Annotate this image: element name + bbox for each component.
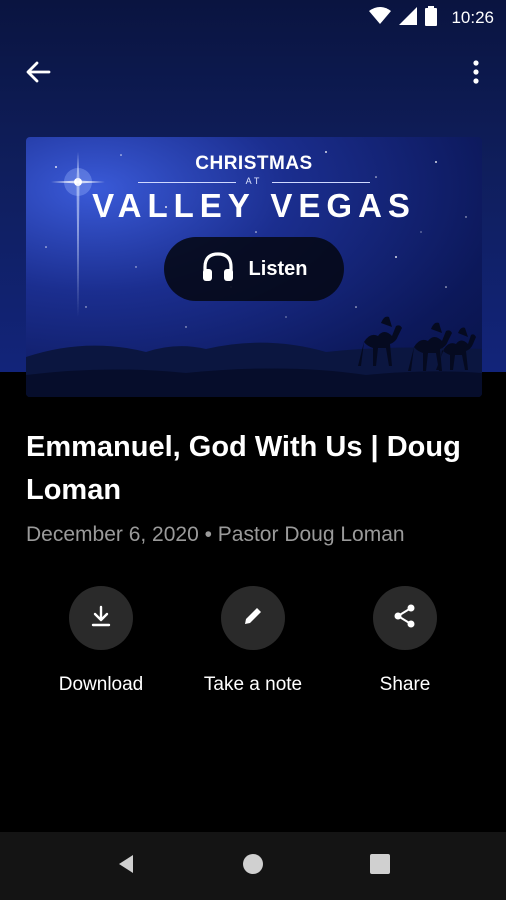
share-button[interactable]: [373, 586, 437, 650]
share-action[interactable]: Share: [330, 586, 480, 696]
listen-button[interactable]: Listen: [164, 237, 344, 301]
share-label: Share: [379, 674, 431, 695]
share-icon: [392, 603, 418, 634]
nav-home-button[interactable]: [241, 853, 265, 880]
nav-back-button[interactable]: [114, 854, 138, 878]
nav-home-icon: [242, 853, 264, 880]
status-time: 10:26: [451, 8, 494, 27]
download-button[interactable]: [69, 586, 133, 650]
wifi-icon: [369, 6, 392, 30]
back-arrow-icon: [25, 60, 51, 89]
more-vert-icon: [472, 59, 480, 89]
status-bar: 10:26: [0, 0, 506, 36]
system-nav-bar: [0, 832, 506, 900]
download-action[interactable]: Download: [26, 586, 176, 696]
headphones-icon: [201, 251, 235, 288]
take-note-action[interactable]: Take a note: [178, 586, 328, 696]
more-options-button[interactable]: [464, 59, 488, 89]
nav-recents-button[interactable]: [368, 853, 392, 880]
download-label: Download: [58, 674, 144, 695]
sermon-title: Emmanuel, God With Us | Doug Loman: [26, 431, 461, 506]
take-note-label: Take a note: [203, 674, 303, 695]
app-bar: [0, 50, 506, 98]
artwork-title-mid: AT: [245, 176, 263, 186]
artwork-title-top: CHRISTMAS: [195, 153, 313, 174]
back-button[interactable]: [22, 60, 54, 88]
sermon-meta: December 6, 2020 • Pastor Doug Loman: [26, 523, 405, 546]
take-note-button[interactable]: [221, 586, 285, 650]
battery-icon: [425, 5, 438, 31]
sermon-artwork: CHRISTMAS AT VALLEY VEGAS Listen: [26, 137, 482, 397]
listen-label: Listen: [248, 257, 308, 280]
pencil-icon: [241, 604, 265, 633]
nav-recents-icon: [369, 853, 391, 880]
nav-back-icon: [115, 853, 137, 880]
artwork-title-main: VALLEY VEGAS: [92, 187, 416, 224]
signal-icon: [399, 6, 418, 30]
download-icon: [89, 604, 113, 633]
